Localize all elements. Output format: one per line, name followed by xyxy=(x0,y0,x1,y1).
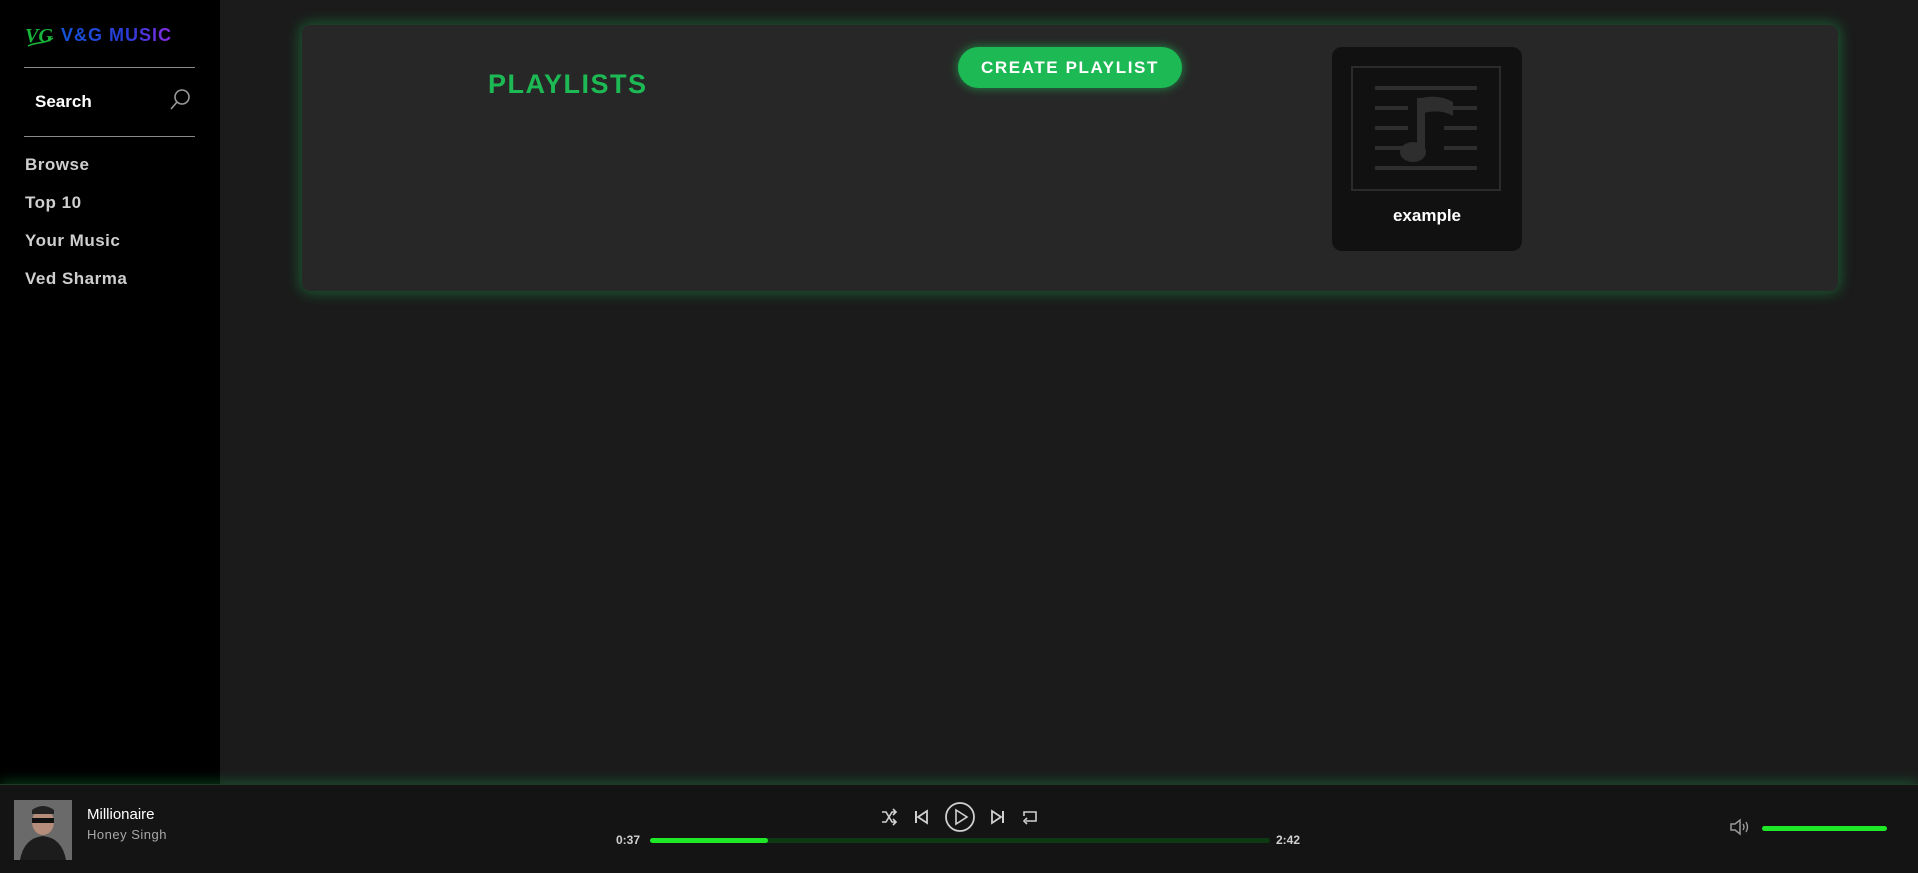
sidebar-item-your-music[interactable]: Your Music xyxy=(25,229,127,267)
total-time: 2:42 xyxy=(1276,833,1301,847)
sidebar-nav: Browse Top 10 Your Music Ved Sharma xyxy=(25,153,127,305)
search-icon[interactable] xyxy=(169,88,193,112)
artist-photo xyxy=(14,800,72,860)
svg-text:VG: VG xyxy=(25,25,53,47)
volume-fill xyxy=(1762,826,1887,831)
previous-icon[interactable] xyxy=(910,800,932,834)
divider xyxy=(24,136,195,137)
playlists-panel: PLAYLISTS CREATE PLAYLIST example xyxy=(302,25,1838,291)
player-bar: Millionaire Honey Singh 0:37 2:42 xyxy=(0,784,1918,873)
search-label[interactable]: Search xyxy=(35,92,92,112)
sidebar-item-browse[interactable]: Browse xyxy=(25,153,127,191)
playlist-cover xyxy=(1351,66,1501,191)
playlist-name: example xyxy=(1392,206,1462,225)
app-name: V&G MUSIC xyxy=(61,24,173,45)
volume-slider[interactable] xyxy=(1762,826,1887,831)
page-title: PLAYLISTS xyxy=(488,69,648,99)
sidebar-item-profile[interactable]: Ved Sharma xyxy=(25,267,127,305)
current-time: 0:37 xyxy=(616,833,641,847)
progress-fill xyxy=(650,838,768,843)
track-artist[interactable]: Honey Singh xyxy=(87,827,167,842)
track-title[interactable]: Millionaire xyxy=(87,806,155,823)
divider xyxy=(24,67,195,68)
sidebar: VG V&G MUSIC Search Browse Top 10 Your M… xyxy=(0,0,220,784)
progress-bar[interactable] xyxy=(650,838,1270,843)
play-icon[interactable] xyxy=(943,800,977,834)
playback-controls xyxy=(878,800,1043,834)
playlist-card[interactable]: example xyxy=(1332,47,1522,251)
volume-icon[interactable] xyxy=(1729,817,1751,837)
sidebar-item-top-10[interactable]: Top 10 xyxy=(25,191,127,229)
music-note-icon xyxy=(1375,86,1477,170)
next-icon[interactable] xyxy=(987,800,1009,834)
search-row[interactable]: Search xyxy=(35,88,195,118)
logo-mark-icon: VG xyxy=(25,25,54,47)
repeat-icon[interactable] xyxy=(1019,800,1041,834)
create-playlist-button[interactable]: CREATE PLAYLIST xyxy=(958,47,1182,88)
logo[interactable]: VG V&G MUSIC xyxy=(25,20,172,50)
shuffle-icon[interactable] xyxy=(878,800,900,834)
album-cover xyxy=(14,800,72,860)
